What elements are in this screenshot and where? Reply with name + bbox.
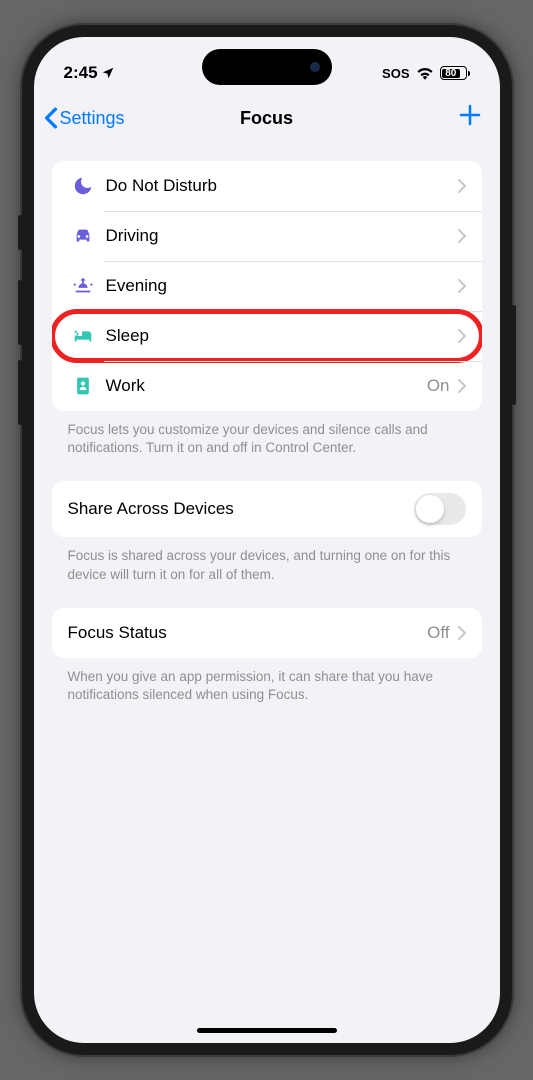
focus-mode-label: Do Not Disturb xyxy=(106,176,458,196)
chevron-right-icon xyxy=(458,626,466,640)
focus-mode-label: Work xyxy=(106,376,427,396)
nav-bar: Settings Focus xyxy=(34,91,500,145)
back-button[interactable]: Settings xyxy=(44,107,125,129)
back-label: Settings xyxy=(60,108,125,129)
chevron-right-icon xyxy=(458,279,466,293)
share-toggle[interactable] xyxy=(414,493,466,525)
dynamic-island xyxy=(202,49,332,85)
focus-mode-do-not-disturb[interactable]: Do Not Disturb xyxy=(52,161,482,211)
focus-mode-label: Sleep xyxy=(106,326,458,346)
focus-mode-value: On xyxy=(427,376,450,396)
focus-footer: Focus lets you customize your devices an… xyxy=(52,421,482,481)
chevron-left-icon xyxy=(44,107,58,129)
content: Do Not DisturbDrivingEveningSleepWorkOn … xyxy=(34,145,500,744)
share-footer: Focus is shared across your devices, and… xyxy=(52,547,482,607)
wifi-icon xyxy=(416,66,434,80)
focus-mode-work[interactable]: WorkOn xyxy=(52,361,482,411)
share-label: Share Across Devices xyxy=(68,499,414,519)
add-button[interactable] xyxy=(458,103,482,133)
sos-indicator: SOS xyxy=(382,66,409,81)
chevron-right-icon xyxy=(458,179,466,193)
focus-mode-sleep[interactable]: Sleep xyxy=(52,311,482,361)
battery-indicator: 80 xyxy=(440,66,470,80)
plus-icon xyxy=(458,103,482,127)
volume-down xyxy=(18,360,22,425)
status-footer: When you give an app permission, it can … xyxy=(52,668,482,728)
power-button xyxy=(512,305,516,405)
badge-icon xyxy=(68,375,98,397)
chevron-right-icon xyxy=(458,379,466,393)
status-left: 2:45 xyxy=(64,63,115,83)
sunset-icon xyxy=(68,275,98,297)
focus-mode-evening[interactable]: Evening xyxy=(52,261,482,311)
phone-frame: 2:45 SOS 80 Settings Focus xyxy=(22,25,512,1055)
volume-up xyxy=(18,280,22,345)
location-icon xyxy=(101,66,115,80)
focus-mode-label: Driving xyxy=(106,226,458,246)
car-icon xyxy=(68,225,98,247)
share-across-devices-row[interactable]: Share Across Devices xyxy=(52,481,482,537)
bed-icon xyxy=(68,325,98,347)
focus-status-row[interactable]: Focus Status Off xyxy=(52,608,482,658)
status-value: Off xyxy=(427,623,449,643)
chevron-right-icon xyxy=(458,229,466,243)
focus-mode-driving[interactable]: Driving xyxy=(52,211,482,261)
screen: 2:45 SOS 80 Settings Focus xyxy=(34,37,500,1043)
share-group: Share Across Devices xyxy=(52,481,482,537)
nav-title: Focus xyxy=(240,108,293,129)
mute-switch xyxy=(18,215,22,250)
status-right: SOS 80 xyxy=(382,66,469,81)
focus-modes-list: Do Not Disturb Driving Evening Sleep WorkOn xyxy=(52,161,482,411)
home-indicator[interactable] xyxy=(197,1028,337,1033)
status-label: Focus Status xyxy=(68,623,428,643)
moon-icon xyxy=(68,175,98,197)
focus-mode-label: Evening xyxy=(106,276,458,296)
status-time: 2:45 xyxy=(64,63,98,83)
chevron-right-icon xyxy=(458,329,466,343)
status-group: Focus Status Off xyxy=(52,608,482,658)
